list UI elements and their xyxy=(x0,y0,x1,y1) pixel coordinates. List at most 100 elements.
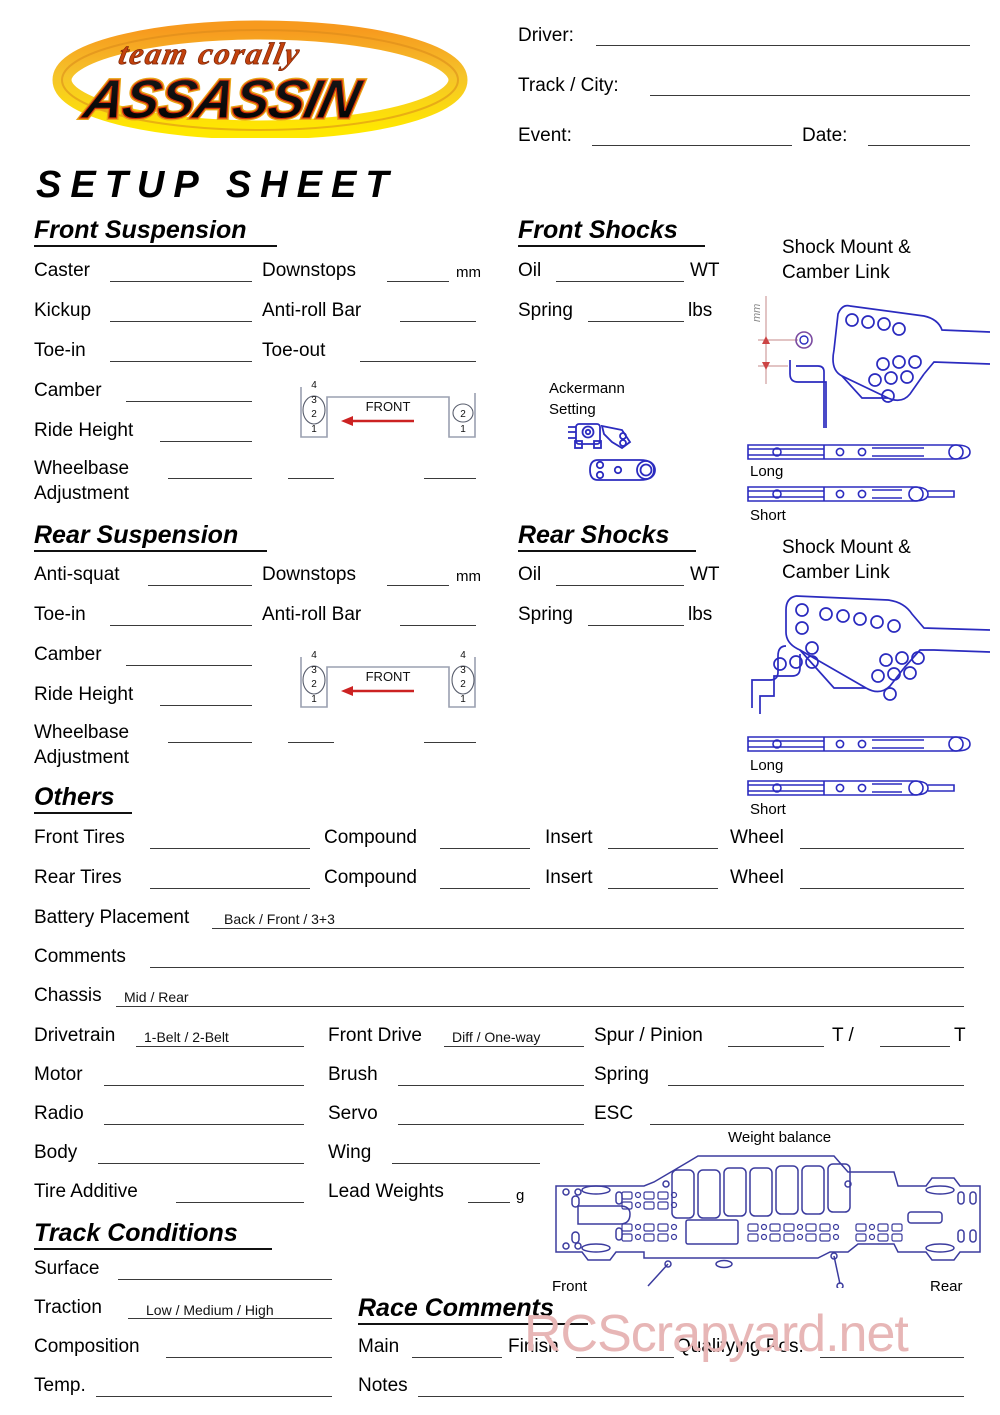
caster-input[interactable] xyxy=(110,281,252,282)
rear-link-long-label: Long xyxy=(750,757,784,774)
motor-label: Motor xyxy=(34,1064,83,1085)
rear-shocks-heading-rule xyxy=(518,550,696,552)
others-heading: Others xyxy=(34,783,115,811)
chassis-value: Mid / Rear xyxy=(124,989,189,1005)
wheelbase-front-input-1[interactable] xyxy=(168,478,252,479)
rear-suspension-heading-rule xyxy=(34,550,267,552)
front-camber-link-short xyxy=(744,482,976,506)
traction-input[interactable] xyxy=(128,1318,332,1319)
front-spring-unit: lbs xyxy=(688,300,713,321)
wheelbase-rear-input-3[interactable] xyxy=(424,742,476,743)
rear-insert-label: Insert xyxy=(545,867,593,888)
camber-front-label: Camber xyxy=(34,380,102,401)
adjustment-front-label: Adjustment xyxy=(34,483,130,504)
front-spring-input[interactable] xyxy=(588,321,684,322)
camber-rear-label: Camber xyxy=(34,644,102,665)
anti-roll-bar-front-input[interactable] xyxy=(400,321,476,322)
wing-input[interactable] xyxy=(392,1163,540,1164)
notes-input[interactable] xyxy=(418,1396,964,1397)
wheelbase-rear-input-1[interactable] xyxy=(168,742,252,743)
svg-text:team corally: team corally xyxy=(116,36,305,71)
radio-input[interactable] xyxy=(104,1124,304,1125)
kickup-input[interactable] xyxy=(110,321,252,322)
ride-height-front-label: Ride Height xyxy=(34,420,134,441)
front-tires-input[interactable] xyxy=(150,848,310,849)
body-input[interactable] xyxy=(98,1163,304,1164)
motor-spring-input[interactable] xyxy=(668,1085,964,1086)
rear-insert-input[interactable] xyxy=(608,888,718,889)
svg-text:1: 1 xyxy=(311,424,317,435)
svg-text:3: 3 xyxy=(460,665,466,676)
toe-out-input[interactable] xyxy=(360,361,476,362)
motor-input[interactable] xyxy=(104,1085,304,1086)
rear-compound-label: Compound xyxy=(324,867,417,888)
surface-input[interactable] xyxy=(118,1279,332,1280)
svg-text:3: 3 xyxy=(311,665,317,676)
wheelbase-front-input-2[interactable] xyxy=(288,478,334,479)
wheelbase-front-input-3[interactable] xyxy=(424,478,476,479)
traction-label: Traction xyxy=(34,1297,102,1318)
wheelbase-rear-input-2[interactable] xyxy=(288,742,334,743)
servo-input[interactable] xyxy=(398,1124,584,1125)
svg-text:1: 1 xyxy=(311,694,317,705)
ride-height-rear-input[interactable] xyxy=(160,705,252,706)
main-input[interactable] xyxy=(412,1357,502,1358)
toe-out-label: Toe-out xyxy=(262,340,326,361)
downstops-rear-input[interactable] xyxy=(387,585,449,586)
downstops-rear-unit: mm xyxy=(456,568,481,585)
front-insert-label: Insert xyxy=(545,827,593,848)
ride-height-front-input[interactable] xyxy=(160,441,252,442)
spur-unit-label: T / xyxy=(832,1025,854,1046)
watermark: RCScrapyard.net xyxy=(524,1305,909,1363)
pinion-input[interactable] xyxy=(880,1046,950,1047)
drivetrain-input[interactable] xyxy=(136,1046,304,1047)
chassis-input[interactable] xyxy=(116,1006,964,1007)
composition-input[interactable] xyxy=(166,1357,332,1358)
camber-rear-input[interactable] xyxy=(126,665,252,666)
front-link-long-label: Long xyxy=(750,463,784,480)
anti-roll-bar-front-label: Anti-roll Bar xyxy=(262,300,362,321)
esc-input[interactable] xyxy=(650,1124,964,1125)
date-input[interactable] xyxy=(868,145,970,146)
front-drive-label: Front Drive xyxy=(328,1025,422,1046)
lead-weights-input[interactable] xyxy=(468,1202,510,1203)
toe-in-front-input[interactable] xyxy=(110,361,252,362)
tire-additive-input[interactable] xyxy=(176,1202,304,1203)
front-drive-input[interactable] xyxy=(444,1046,584,1047)
svg-text:2: 2 xyxy=(460,409,466,420)
track-city-input[interactable] xyxy=(650,95,970,96)
toe-in-rear-input[interactable] xyxy=(110,625,252,626)
comments-input[interactable] xyxy=(150,967,964,968)
front-oil-input[interactable] xyxy=(556,281,684,282)
front-spring-label: Spring xyxy=(518,300,573,321)
rear-camber-link-short xyxy=(744,776,976,800)
pinion-unit-label: T xyxy=(954,1025,966,1046)
camber-front-input[interactable] xyxy=(126,401,252,402)
spur-pinion-label: Spur / Pinion xyxy=(594,1025,703,1046)
rear-spring-label: Spring xyxy=(518,604,573,625)
spur-input[interactable] xyxy=(728,1046,824,1047)
driver-input[interactable] xyxy=(596,45,970,46)
battery-placement-input[interactable] xyxy=(212,928,964,929)
front-wheel-label: Wheel xyxy=(730,827,784,848)
front-compound-input[interactable] xyxy=(440,848,530,849)
anti-roll-bar-rear-input[interactable] xyxy=(400,625,476,626)
rear-spring-input[interactable] xyxy=(588,625,684,626)
front-wheel-input[interactable] xyxy=(800,848,964,849)
motor-spring-label: Spring xyxy=(594,1064,649,1085)
rear-oil-input[interactable] xyxy=(556,585,684,586)
temp-input[interactable] xyxy=(96,1396,332,1397)
brush-input[interactable] xyxy=(398,1085,584,1086)
front-insert-input[interactable] xyxy=(608,848,718,849)
anti-squat-input[interactable] xyxy=(148,585,252,586)
rear-tires-input[interactable] xyxy=(150,888,310,889)
svg-text:FRONT: FRONT xyxy=(366,399,411,414)
event-input[interactable] xyxy=(592,145,792,146)
event-label: Event: xyxy=(518,125,572,146)
rear-tires-label: Rear Tires xyxy=(34,867,122,888)
notes-label: Notes xyxy=(358,1375,408,1396)
rear-compound-input[interactable] xyxy=(440,888,530,889)
downstops-front-input[interactable] xyxy=(387,281,449,282)
rear-wheel-input[interactable] xyxy=(800,888,964,889)
track-conditions-heading: Track Conditions xyxy=(34,1219,238,1247)
